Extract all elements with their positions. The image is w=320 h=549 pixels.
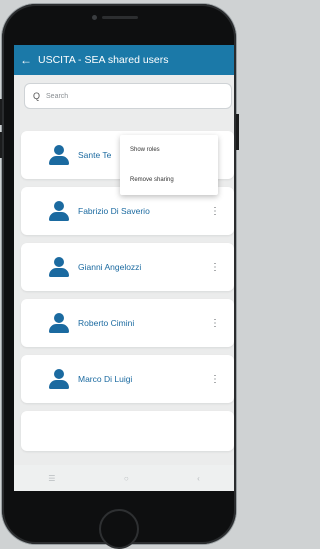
user-icon: [49, 369, 69, 389]
menu-item-show-roles[interactable]: Show roles: [120, 135, 218, 165]
home-button[interactable]: [99, 509, 139, 549]
user-card[interactable]: Roberto Cimini ⋮: [21, 299, 234, 347]
search-icon: Q: [33, 91, 41, 101]
power-button: [236, 114, 239, 150]
user-card[interactable]: [21, 411, 234, 451]
user-icon: [49, 313, 69, 333]
user-icon: [49, 257, 69, 277]
back-icon[interactable]: ‹: [197, 474, 200, 483]
user-icon: [49, 201, 69, 221]
user-name: Roberto Cimini: [78, 318, 135, 328]
recent-apps-icon[interactable]: ☰: [48, 474, 55, 483]
volume-down-button: [0, 132, 2, 158]
more-vert-icon[interactable]: ⋮: [210, 262, 220, 273]
page-title: USCITA - SEA shared users: [38, 54, 169, 66]
user-icon: [49, 145, 69, 165]
search-bar[interactable]: Q Search: [24, 83, 232, 109]
app-bar: ← USCITA - SEA shared users: [14, 45, 234, 75]
user-name: Fabrizio Di Saverio: [78, 206, 150, 216]
arrow-left-icon[interactable]: ←: [14, 53, 38, 67]
app-screen: ← USCITA - SEA shared users Q Search San…: [14, 45, 234, 491]
earpiece-speaker: [102, 16, 138, 19]
home-icon[interactable]: ○: [124, 474, 129, 483]
more-vert-icon[interactable]: ⋮: [210, 206, 220, 217]
context-menu: Show roles Remove sharing: [120, 135, 218, 195]
menu-item-remove-sharing[interactable]: Remove sharing: [120, 165, 218, 195]
system-nav-bar: ☰ ○ ‹: [14, 465, 234, 491]
front-camera: [92, 15, 97, 20]
user-name: Marco Di Luigi: [78, 374, 133, 384]
user-name: Sante Te: [78, 150, 112, 160]
volume-up-button: [0, 99, 2, 125]
more-vert-icon[interactable]: ⋮: [210, 374, 220, 385]
user-card[interactable]: Marco Di Luigi ⋮: [21, 355, 234, 403]
user-card[interactable]: Gianni Angelozzi ⋮: [21, 243, 234, 291]
more-vert-icon[interactable]: ⋮: [210, 318, 220, 329]
search-placeholder[interactable]: Search: [46, 93, 68, 100]
user-name: Gianni Angelozzi: [78, 262, 142, 272]
